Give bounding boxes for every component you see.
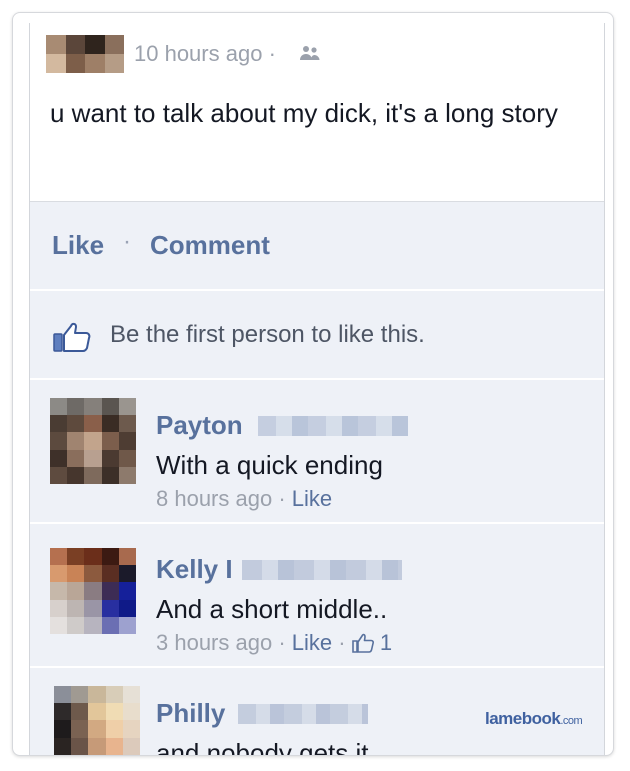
comment-text: And a short middle.. <box>156 594 388 624</box>
like-button[interactable]: Like <box>52 230 104 261</box>
status-text: u want to talk about my dick, it's a lon… <box>50 98 558 128</box>
censored-surname <box>258 416 408 436</box>
friends-icon[interactable] <box>299 45 321 61</box>
thumbs-up-icon[interactable] <box>351 633 374 653</box>
commenter-name[interactable]: Philly <box>156 698 225 729</box>
author-avatar-censored[interactable] <box>46 35 124 73</box>
comment-meta: 3 hours ago · Like · 1 <box>156 630 393 655</box>
likes-summary: Be the first person to like this. <box>30 291 604 380</box>
commenter-avatar-censored[interactable] <box>54 686 140 755</box>
censored-surname <box>238 704 368 724</box>
commenter-avatar-censored[interactable] <box>50 548 136 634</box>
likes-text: Be the first person to like this. <box>110 321 425 348</box>
comment-text: With a quick ending <box>156 450 383 480</box>
comment-item: Kelly I And a short middle.. 3 hours ago… <box>30 524 604 668</box>
comment-like-count[interactable]: 1 <box>380 630 392 655</box>
action-bar: Like · Comment <box>30 202 604 291</box>
commenter-name[interactable]: Kelly I <box>156 554 233 585</box>
comment-timestamp[interactable]: 8 hours ago <box>156 486 272 511</box>
post-timestamp[interactable]: 10 hours ago · <box>134 41 276 67</box>
commenter-name[interactable]: Payton <box>156 410 243 441</box>
story-container: 10 hours ago · u want to talk about my d… <box>29 23 605 755</box>
comment-like-button[interactable]: Like <box>292 630 332 655</box>
comment-like-button[interactable]: Like <box>292 486 332 511</box>
comment-item: Payton With a quick ending 8 hours ago ·… <box>30 380 604 524</box>
comment-meta: 8 hours ago · Like <box>156 486 333 511</box>
commenter-avatar-censored[interactable] <box>50 398 136 484</box>
post-card: 10 hours ago · u want to talk about my d… <box>12 12 614 756</box>
thumbs-up-icon <box>53 322 91 352</box>
comment-button[interactable]: Comment <box>150 230 270 261</box>
comment-text: and nobody gets it <box>156 738 369 755</box>
separator: · <box>123 228 131 255</box>
lamebook-watermark: lamebook.com <box>485 709 583 728</box>
post-header: 10 hours ago · u want to talk about my d… <box>30 23 604 202</box>
comment-timestamp[interactable]: 3 hours ago <box>156 630 272 655</box>
censored-surname <box>242 560 402 580</box>
